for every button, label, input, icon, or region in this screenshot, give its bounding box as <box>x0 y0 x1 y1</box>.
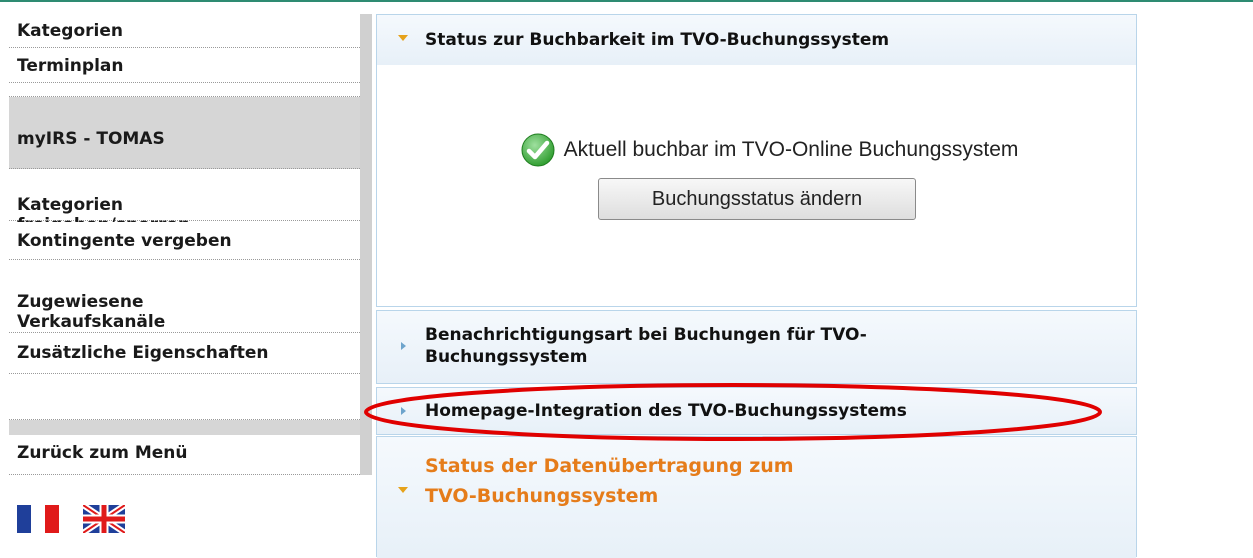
panel-homepage-integration[interactable]: Homepage-Integration des TVO-Buchungssys… <box>376 387 1137 435</box>
sidebar-spacer <box>9 84 360 97</box>
sidebar-item-label: Kategorien <box>17 21 123 41</box>
panel-datenuebertragung: Status der Datenübertragung zum TVO-Buch… <box>376 436 1137 558</box>
sidebar-item-label: Kontingente vergeben <box>17 231 232 251</box>
panel-header: Homepage-Integration des TVO-Buchungssys… <box>377 388 1136 434</box>
sidebar-section-label: myIRS - TOMAS <box>17 129 165 149</box>
sidebar-item-label: Zurück zum Menü <box>17 443 188 463</box>
flag-fr-icon[interactable] <box>17 505 59 533</box>
change-status-button[interactable]: Buchungsstatus ändern <box>598 178 916 220</box>
sidebar-spacer <box>9 375 360 420</box>
panel-title: Status zur Buchbarkeit im TVO-Buchungssy… <box>425 30 890 50</box>
sidebar-item-kategorien[interactable]: Kategorien <box>9 14 360 48</box>
sidebar-item-eigenschaften[interactable]: Zusätzliche Eigenschaften <box>9 334 360 374</box>
check-circle-icon <box>521 133 555 167</box>
sidebar-item-kontingente[interactable]: Kontingente vergeben <box>9 222 360 260</box>
sidebar-item-label: Terminplan <box>17 56 124 76</box>
panel-header[interactable]: Status der Datenübertragung zum TVO-Buch… <box>377 437 1136 558</box>
status-text: Aktuell buchbar im TVO-Online Buchungssy… <box>563 138 1019 161</box>
sidebar-item-label: Zugewiesene Verkaufskanäle <box>17 292 166 332</box>
panel-buchbarkeit: Status zur Buchbarkeit im TVO-Buchungssy… <box>376 14 1137 307</box>
panel-title: Benachrichtigungsart bei Buchungen für T… <box>425 325 867 367</box>
panel-title: Homepage-Integration des TVO-Buchungssys… <box>425 401 907 421</box>
panel-header[interactable]: Status zur Buchbarkeit im TVO-Buchungssy… <box>377 15 1136 65</box>
sidebar-item-kategorien-freigeben[interactable]: Kategorien freigeben/sperren <box>9 169 360 235</box>
sidebar-rail <box>360 14 372 475</box>
chevron-right-icon <box>401 407 406 415</box>
panel-title: Status der Datenübertragung zum TVO-Buch… <box>425 455 794 507</box>
panel-benachrichtigung[interactable]: Benachrichtigungsart bei Buchungen für T… <box>376 310 1137 384</box>
sidebar-item-terminplan[interactable]: Terminplan <box>9 49 360 83</box>
flag-uk-icon[interactable] <box>83 505 125 533</box>
chevron-down-icon <box>398 487 408 493</box>
sidebar-item-verkaufskanaele[interactable]: Zugewiesene Verkaufskanäle <box>9 261 360 333</box>
booking-status: Aktuell buchbar im TVO-Online Buchungssy… <box>439 131 1099 169</box>
chevron-right-icon <box>401 342 406 350</box>
sidebar-separator <box>9 420 360 435</box>
sidebar-item-zurueck[interactable]: Zurück zum Menü <box>9 435 360 475</box>
top-border <box>0 0 1253 2</box>
chevron-down-icon <box>398 35 408 41</box>
sidebar-section-myirs: myIRS - TOMAS <box>9 109 360 169</box>
panel-header: Benachrichtigungsart bei Buchungen für T… <box>377 311 1136 383</box>
sidebar-separator <box>9 97 360 109</box>
sidebar-item-label: Zusätzliche Eigenschaften <box>17 343 269 363</box>
